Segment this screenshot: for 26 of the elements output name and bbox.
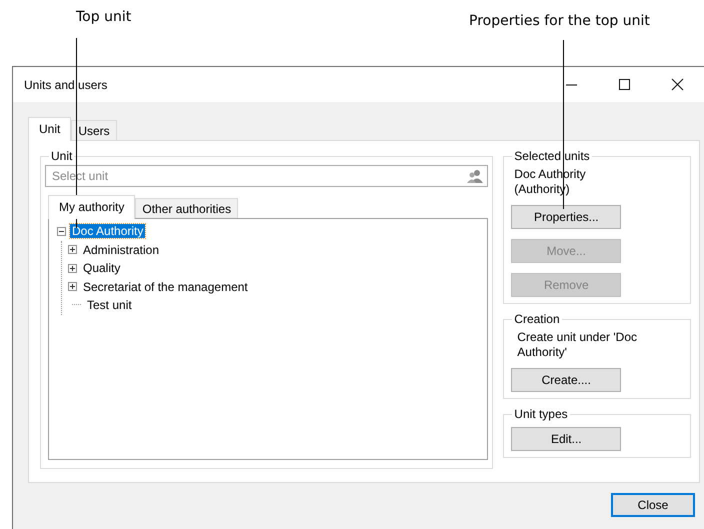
group-title: Unit types [513,407,569,421]
tree-item[interactable]: Test unit [85,298,134,312]
callout-text: Properties for the top unit [469,13,650,29]
tree-item[interactable]: Doc Authority [70,224,146,238]
button[interactable]: Edit... [511,427,622,451]
expand-icon[interactable] [68,245,77,254]
collapse-icon[interactable] [57,226,66,236]
tree-item[interactable]: Quality [81,261,122,276]
expand-icon[interactable] [68,282,77,292]
group-title: Selected units [513,149,591,163]
close-button[interactable]: Close [611,493,695,517]
window-title: Units and users [23,78,108,92]
button[interactable]: Properties... [511,205,622,229]
tree-item[interactable]: Secretariat of the management [81,280,250,294]
callout-text: Top unit [76,9,132,25]
group-title: Unit [50,149,74,163]
tree-item[interactable]: Administration [81,242,162,257]
expand-icon[interactable] [68,264,77,273]
group-text: Create unit under 'Doc Authority' [516,329,638,361]
group-title: Creation [513,312,561,326]
tab[interactable]: My authority [48,195,136,219]
tab[interactable]: Other authorities [135,198,238,218]
tab[interactable]: Users [71,120,117,140]
button[interactable]: Create.... [511,368,622,392]
tab[interactable]: Unit [28,117,72,141]
users-icon[interactable] [466,169,484,183]
